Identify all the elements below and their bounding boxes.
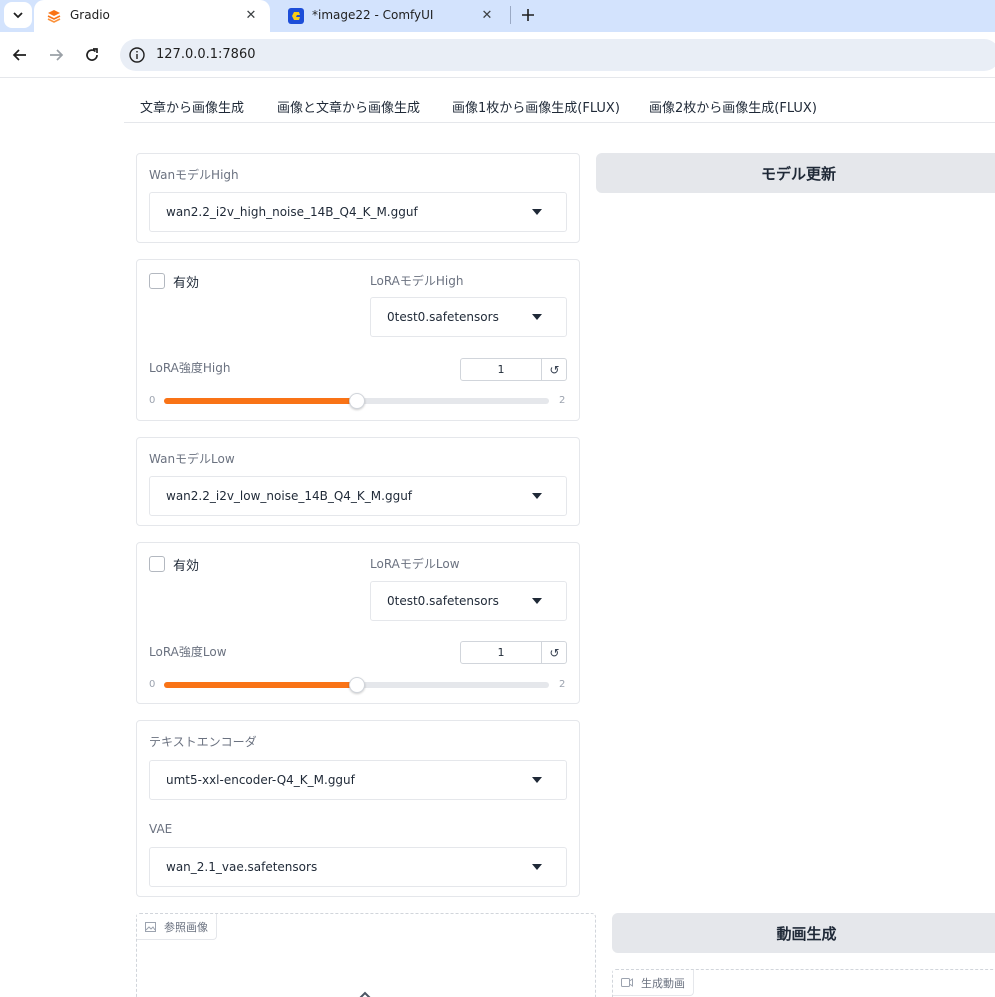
- lora-low-model-dropdown[interactable]: 0test0.safetensors: [370, 581, 567, 621]
- output-video-label: 生成動画: [641, 976, 685, 990]
- encoder-vae-block: テキストエンコーダ umt5-xxl-encoder-Q4_K_M.gguf V…: [136, 720, 580, 897]
- address-bar[interactable]: 127.0.0.1:7860: [120, 39, 995, 71]
- lora-low-strength-number[interactable]: 1 ↺: [460, 641, 567, 664]
- tab-text-to-image[interactable]: 文章から画像生成: [140, 97, 244, 116]
- arrow-right-icon: [50, 49, 64, 61]
- lora-low-strength-slider[interactable]: [164, 677, 549, 693]
- lora-low-block: 有効 LoRAモデルLow 0test0.safetensors LoRA強度L…: [136, 542, 580, 704]
- lora-high-enable-label: 有効: [173, 276, 200, 291]
- upload-icon[interactable]: [357, 990, 373, 997]
- lora-low-enable-checkbox[interactable]: [149, 556, 165, 572]
- lora-high-model-value: 0test0.safetensors: [387, 310, 499, 324]
- lora-low-strength-value[interactable]: 1: [461, 646, 541, 659]
- caret-down-icon: [532, 777, 542, 783]
- close-icon[interactable]: ✕: [242, 6, 260, 24]
- slider-fill: [164, 398, 357, 404]
- url-text: 127.0.0.1:7860: [156, 47, 256, 62]
- wan-low-label: WanモデルLow: [149, 452, 235, 466]
- tab-separator: [510, 6, 511, 24]
- browser-tabstrip: Gradio ✕ *image22 - ComfyUI ✕: [0, 0, 995, 32]
- text-encoder-value: umt5-xxl-encoder-Q4_K_M.gguf: [166, 773, 355, 787]
- caret-down-icon: [532, 598, 542, 604]
- arrow-left-icon: [12, 49, 26, 61]
- lora-high-model-label: LoRAモデルHigh: [370, 274, 464, 288]
- tab-image-text-to-image[interactable]: 画像と文章から画像生成: [277, 97, 420, 116]
- slider-min-label: 0: [149, 679, 156, 690]
- vae-dropdown[interactable]: wan_2.1_vae.safetensors: [149, 847, 567, 887]
- caret-down-icon: [532, 864, 542, 870]
- lora-high-model-dropdown[interactable]: 0test0.safetensors: [370, 297, 567, 337]
- video-icon: [621, 978, 633, 987]
- vae-label: VAE: [149, 822, 173, 836]
- lora-high-strength-value[interactable]: 1: [461, 363, 541, 376]
- plus-icon: [522, 9, 534, 21]
- tab-search-button[interactable]: [4, 2, 32, 28]
- wan-low-value: wan2.2_i2v_low_noise_14B_Q4_K_M.gguf: [166, 489, 413, 503]
- reload-button[interactable]: [80, 43, 104, 67]
- text-encoder-dropdown[interactable]: umt5-xxl-encoder-Q4_K_M.gguf: [149, 760, 567, 800]
- tab-one-image-flux[interactable]: 画像1枚から画像生成(FLUX): [452, 97, 620, 116]
- output-video-block: 生成動画: [612, 969, 995, 997]
- wan-high-block: WanモデルHigh wan2.2_i2v_high_noise_14B_Q4_…: [136, 153, 580, 243]
- reset-icon[interactable]: ↺: [541, 359, 567, 380]
- browser-tab-gradio[interactable]: Gradio ✕: [34, 0, 270, 32]
- comfyui-logo-icon: [288, 8, 304, 24]
- wan-low-block: WanモデルLow wan2.2_i2v_low_noise_14B_Q4_K_…: [136, 437, 580, 526]
- lora-high-enable-checkbox[interactable]: [149, 273, 165, 289]
- wan-high-value: wan2.2_i2v_high_noise_14B_Q4_K_M.gguf: [166, 205, 418, 219]
- update-model-button[interactable]: モデル更新: [596, 153, 995, 193]
- chevron-down-icon: [13, 12, 23, 19]
- lora-low-model-value: 0test0.safetensors: [387, 594, 499, 608]
- forward-button[interactable]: [44, 43, 68, 67]
- wan-low-dropdown[interactable]: wan2.2_i2v_low_noise_14B_Q4_K_M.gguf: [149, 476, 567, 516]
- slider-thumb[interactable]: [348, 677, 365, 693]
- app-tab-bar: 文章から画像生成 画像と文章から画像生成 画像1枚から画像生成(FLUX) 画像…: [124, 90, 995, 123]
- lora-high-strength-label: LoRA強度High: [149, 361, 231, 375]
- tab-title: Gradio: [70, 8, 110, 22]
- output-video-badge: 生成動画: [613, 970, 694, 996]
- gradio-logo-icon: [47, 10, 61, 23]
- wan-high-label: WanモデルHigh: [149, 168, 239, 182]
- reference-image-badge: 参照画像: [137, 914, 217, 940]
- lora-high-strength-slider[interactable]: [164, 393, 549, 409]
- wan-high-dropdown[interactable]: wan2.2_i2v_high_noise_14B_Q4_K_M.gguf: [149, 192, 567, 232]
- caret-down-icon: [532, 314, 542, 320]
- slider-fill: [164, 682, 357, 688]
- lora-low-strength-label: LoRA強度Low: [149, 645, 227, 659]
- browser-tab-comfyui[interactable]: *image22 - ComfyUI ✕: [276, 0, 506, 32]
- text-encoder-label: テキストエンコーダ: [149, 735, 257, 749]
- image-icon: [145, 921, 156, 932]
- reference-image-upload[interactable]: 参照画像: [136, 913, 596, 997]
- slider-max-label: 2: [559, 395, 566, 406]
- browser-toolbar: 127.0.0.1:7860: [0, 32, 995, 78]
- info-icon[interactable]: [128, 46, 146, 64]
- new-tab-button[interactable]: [516, 3, 540, 27]
- tab-title: *image22 - ComfyUI: [312, 8, 434, 22]
- lora-high-strength-number[interactable]: 1 ↺: [460, 358, 567, 381]
- reset-icon[interactable]: ↺: [541, 642, 567, 663]
- vae-value: wan_2.1_vae.safetensors: [166, 860, 318, 874]
- reload-icon: [86, 48, 98, 61]
- slider-max-label: 2: [559, 679, 566, 690]
- caret-down-icon: [532, 209, 542, 215]
- slider-min-label: 0: [149, 395, 156, 406]
- back-button[interactable]: [8, 43, 32, 67]
- tab-two-image-flux[interactable]: 画像2枚から画像生成(FLUX): [649, 97, 817, 116]
- slider-thumb[interactable]: [348, 393, 365, 409]
- close-icon[interactable]: ✕: [478, 6, 496, 24]
- reference-image-label: 参照画像: [164, 920, 208, 934]
- caret-down-icon: [532, 493, 542, 499]
- lora-low-enable-label: 有効: [173, 559, 200, 574]
- lora-low-model-label: LoRAモデルLow: [370, 557, 460, 571]
- generate-video-button[interactable]: 動画生成: [612, 913, 995, 953]
- lora-high-block: 有効 LoRAモデルHigh 0test0.safetensors LoRA強度…: [136, 259, 580, 421]
